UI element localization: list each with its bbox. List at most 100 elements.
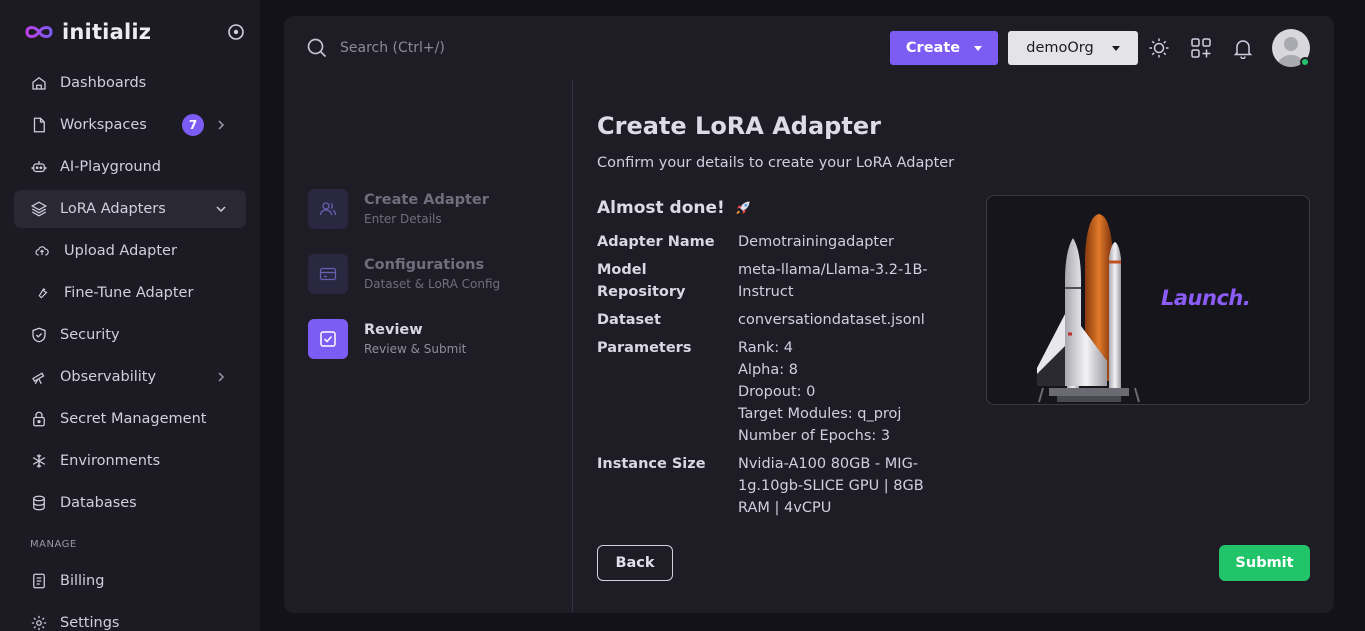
detail-row-dataset: Dataset conversationdataset.jsonl [597,309,937,331]
details-list: Adapter Name Demotrainingadapter Model R… [597,231,937,525]
sidebar-item-upload-adapter[interactable]: Upload Adapter [14,232,246,270]
sidebar-item-label: Observability [60,369,157,385]
wrench-icon [34,285,50,301]
step-configurations[interactable]: Configurations Dataset & LoRA Config [308,254,500,294]
database-icon [30,494,48,512]
manage-section-label: MANAGE [30,538,77,550]
param-alpha: Alpha: 8 [738,362,798,378]
gear-icon [30,614,48,631]
sidebar-item-fine-tune-adapter[interactable]: Fine-Tune Adapter [14,274,246,312]
sidebar-item-secret-management[interactable]: Secret Management [14,400,246,438]
sidebar-item-lora-adapters[interactable]: LoRA Adapters [14,190,246,228]
caret-down-icon [974,45,983,51]
search-input[interactable]: Search (Ctrl+/) [340,40,445,56]
home-icon [30,74,48,92]
detail-value: meta-llama/Llama-3.2-1B-Instruct [738,262,928,300]
sidebar-item-label: Secret Management [60,411,207,427]
detail-row-parameters: Parameters Rank: 4 Alpha: 8 Dropout: 0 T… [597,337,937,447]
bell-icon[interactable] [1232,37,1254,59]
telescope-icon [30,368,48,386]
org-selector[interactable]: demoOrg [1008,31,1138,65]
sidebar-item-workspaces[interactable]: Workspaces 7 [14,106,246,144]
create-button-label: Create [905,40,961,56]
param-rank: Rank: 4 [738,340,793,356]
param-epochs: Number of Epochs: 3 [738,428,891,444]
search-icon [306,37,328,59]
param-dropout: Dropout: 0 [738,384,816,400]
create-button[interactable]: Create [890,31,998,65]
back-button[interactable]: Back [597,545,673,581]
step-create-adapter[interactable]: Create Adapter Enter Details [308,189,489,229]
snowflake-icon [30,452,48,470]
detail-label: Instance Size [597,456,706,472]
sidebar-item-label: Fine-Tune Adapter [64,285,194,301]
receipt-icon [30,572,48,590]
sidebar-item-billing[interactable]: Billing [14,562,246,600]
sidebar-item-ai-playground[interactable]: AI-Playground [14,148,246,186]
search-bar[interactable]: Search (Ctrl+/) [306,37,445,59]
sidebar-item-label: AI-Playground [60,159,161,175]
radio-circle-icon [228,24,244,40]
workspaces-count-badge: 7 [182,114,204,136]
shield-icon [30,326,48,344]
page-title: Create LoRA Adapter [597,112,881,140]
org-selector-label: demoOrg [1026,40,1094,56]
sidebar-item-label: Databases [60,495,137,511]
apps-grid-add-icon[interactable] [1190,37,1212,59]
sidebar-item-settings[interactable]: Settings [14,604,246,631]
page-subtitle: Confirm your details to create your LoRA… [597,155,955,171]
sidebar-item-observability[interactable]: Observability [14,358,246,396]
step-subtitle: Dataset & LoRA Config [364,277,501,291]
rocket-icon [733,198,753,218]
sidebar-item-databases[interactable]: Databases [14,484,246,522]
logo-icon [24,23,54,41]
sidebar-item-label: Workspaces [60,117,147,133]
almost-done-text: Almost done! [597,198,725,218]
sidebar-item-label: Upload Adapter [64,243,177,259]
detail-row-model-repository: Model Repository meta-llama/Llama-3.2-1B… [597,259,937,303]
brand-name: initializ [62,20,152,44]
step-title: Create Adapter [364,192,489,208]
detail-label: Dataset [597,312,661,328]
launch-illustration: Launch. [986,195,1310,405]
space-shuttle-icon [1037,214,1140,403]
sidebar-item-label: Environments [60,453,161,469]
step-title: Configurations [364,257,485,273]
step-subtitle: Enter Details [364,212,442,226]
step-title: Review [364,322,423,338]
caret-down-icon [1111,45,1120,51]
robot-icon [30,158,48,176]
users-icon [308,189,348,229]
almost-done-heading: Almost done! [597,198,753,218]
detail-label: Model Repository [597,262,686,300]
launch-text: Launch. [1161,286,1251,310]
sidebar: initializ Dashboards Workspaces 7 AI-Pla… [0,0,260,631]
layers-icon [30,200,48,218]
chevron-right-icon[interactable] [214,370,228,384]
sidebar-item-label: Dashboards [60,75,147,91]
step-review[interactable]: Review Review & Submit [308,319,466,359]
chevron-right-icon[interactable] [214,118,228,132]
sidebar-item-security[interactable]: Security [14,316,246,354]
stepper-divider [572,80,573,612]
sidebar-item-label: Billing [60,573,105,589]
online-status-dot [1300,57,1310,67]
chevron-down-icon[interactable] [214,202,228,216]
detail-label: Adapter Name [597,234,715,250]
sidebar-item-label: Security [60,327,120,343]
file-icon [30,116,48,134]
lock-icon [30,410,48,428]
sidebar-item-environments[interactable]: Environments [14,442,246,480]
collapse-sidebar-button[interactable] [226,22,246,42]
submit-button[interactable]: Submit [1219,545,1310,581]
sidebar-item-label: LoRA Adapters [60,201,166,217]
sidebar-item-label: Settings [60,615,120,631]
detail-row-adapter-name: Adapter Name Demotrainingadapter [597,231,937,253]
brand[interactable]: initializ [24,18,151,46]
detail-label: Parameters [597,340,692,356]
step-subtitle: Review & Submit [364,342,467,356]
sidebar-item-dashboards[interactable]: Dashboards [14,64,246,102]
theme-toggle-sun-icon[interactable] [1148,37,1170,59]
detail-value: Nvidia-A100 80GB - MIG-1g.10gb-SLICE GPU… [738,456,924,516]
sidebar-nav: Dashboards Workspaces 7 AI-Playground Lo… [14,64,246,631]
